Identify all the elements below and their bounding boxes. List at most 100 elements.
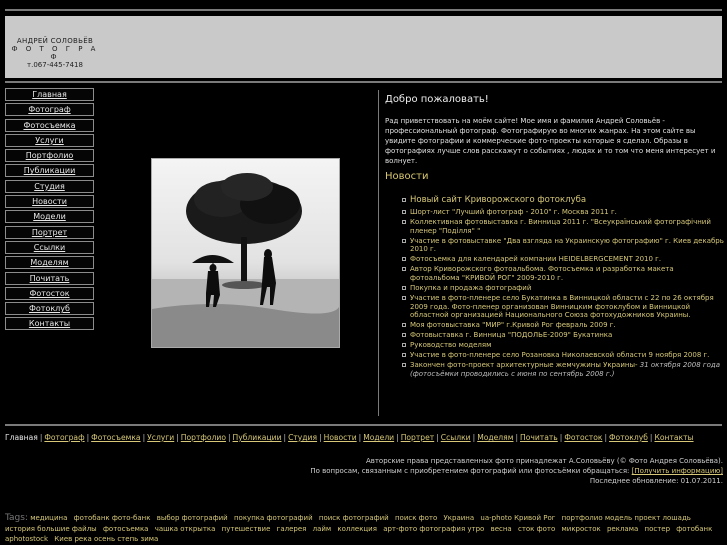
- footer-separator: |: [358, 433, 362, 442]
- sidebar-item-4[interactable]: Портфолио: [5, 149, 94, 163]
- sidebar-item-13[interactable]: Фотосток: [5, 286, 94, 300]
- sidebar-item-3[interactable]: Услуги: [5, 133, 94, 147]
- footer-nav-item-13[interactable]: Фотосток: [564, 433, 602, 442]
- contact-line: По вопросам, связанным с приобретением ф…: [310, 467, 723, 475]
- news-item[interactable]: Фотосъемка для календарей компании HEIDE…: [402, 255, 724, 264]
- tag-link[interactable]: Киев река осень степь зима: [54, 535, 158, 543]
- site-logo[interactable]: АНДРЕЙ СОЛОВЬЁВ Ф О Т О Г Р А Ф т.067-44…: [5, 37, 105, 69]
- bullet-icon: [402, 285, 406, 290]
- tag-link[interactable]: лайм: [313, 525, 332, 533]
- tag-link[interactable]: постер: [645, 525, 671, 533]
- tag-link[interactable]: поиск фотографий: [319, 514, 389, 522]
- footer-nav-item-2[interactable]: Фотосъемка: [91, 433, 140, 442]
- tag-link[interactable]: коллекция: [337, 525, 377, 533]
- footer-nav-item-12[interactable]: Почитать: [520, 433, 558, 442]
- news-item-text[interactable]: Шорт-лист "Лучший фотограф - 2010" г. Мо…: [410, 208, 617, 216]
- tag-link[interactable]: арт-фото фотография утро: [383, 525, 484, 533]
- tag-link[interactable]: покупка фотографий: [234, 514, 313, 522]
- news-item[interactable]: Руководство моделям: [402, 341, 724, 350]
- footer-nav-item-10[interactable]: Ссылки: [441, 433, 471, 442]
- news-item-text[interactable]: Новый сайт Криворожского фотоклуба: [410, 195, 586, 205]
- news-item-text[interactable]: Моя фотовыставка "МИР" г.Кривой Рог февр…: [410, 321, 616, 329]
- tag-link[interactable]: весна: [491, 525, 512, 533]
- news-item[interactable]: Новый сайт Криворожского фотоклуба: [402, 195, 724, 206]
- footer-nav-item-9[interactable]: Портрет: [401, 433, 435, 442]
- news-item[interactable]: Участие в фото-пленере село Букатинка в …: [402, 294, 724, 320]
- sidebar-item-8[interactable]: Модели: [5, 210, 94, 224]
- news-item-text[interactable]: Автор Криворожского фотоальбома. Фотосъе…: [410, 265, 674, 282]
- sidebar-item-1[interactable]: Фотограф: [5, 103, 94, 117]
- news-item-text[interactable]: Фотосъемка для календарей компании HEIDE…: [410, 255, 661, 263]
- news-item[interactable]: Фотовыставка г. Винница "ПОДОЛЬЕ-2009" Б…: [402, 331, 724, 340]
- tag-link[interactable]: портфолио модель проект лошадь: [562, 514, 691, 522]
- footer-nav-item-3[interactable]: Услуги: [147, 433, 174, 442]
- footer-separator: |: [515, 433, 519, 442]
- news-item-text[interactable]: Руководство моделям: [410, 341, 491, 349]
- tag-link[interactable]: чашка открытка: [155, 525, 216, 533]
- tag-link[interactable]: поиск фото: [395, 514, 437, 522]
- tag-link[interactable]: выбор фотографий: [157, 514, 228, 522]
- tag-link[interactable]: Украина: [444, 514, 475, 522]
- sidebar-item-10[interactable]: Ссылки: [5, 240, 94, 254]
- footer-separator: |: [649, 433, 653, 442]
- sidebar-item-5[interactable]: Публикации: [5, 164, 94, 178]
- sidebar-item-11[interactable]: Моделям: [5, 256, 94, 270]
- sidebar-item-2[interactable]: Фотосъемка: [5, 118, 94, 132]
- news-item[interactable]: Участие в фотовыставке "Два взгляда на У…: [402, 237, 724, 255]
- footer-separator: |: [142, 433, 146, 442]
- news-title: Новости: [385, 171, 429, 182]
- news-item[interactable]: Шорт-лист "Лучший фотограф - 2010" г. Мо…: [402, 208, 724, 217]
- tag-link[interactable]: история большие файлы: [5, 525, 97, 533]
- footer-nav-item-6[interactable]: Студия: [288, 433, 317, 442]
- sidebar-item-14[interactable]: Фотоклуб: [5, 302, 94, 316]
- tag-link[interactable]: ua-photo Кривой Рог: [480, 514, 555, 522]
- bullet-icon: [402, 267, 406, 272]
- news-item[interactable]: Закончен фото-проект архитектурные жемчу…: [402, 361, 724, 379]
- tag-link[interactable]: фотобанк: [676, 525, 712, 533]
- sidebar-item-12[interactable]: Почитать: [5, 271, 94, 285]
- sidebar-item-0[interactable]: Главная: [5, 88, 94, 101]
- footer-nav-item-14[interactable]: Фотоклуб: [609, 433, 648, 442]
- tag-link[interactable]: галерея: [277, 525, 307, 533]
- news-item-text[interactable]: Фотовыставка г. Винница "ПОДОЛЬЕ-2009" Б…: [410, 331, 612, 339]
- tag-link[interactable]: реклама: [607, 525, 638, 533]
- sidebar-item-6[interactable]: Студия: [5, 179, 94, 193]
- sidebar-item-15[interactable]: Контакты: [5, 317, 94, 331]
- news-item[interactable]: Покупка и продажа фотографий: [402, 284, 724, 293]
- photographer-role: Ф О Т О Г Р А Ф: [11, 45, 99, 61]
- footer-nav-item-0[interactable]: Главная: [5, 433, 38, 442]
- news-item-text[interactable]: Участие в фото-пленере село Букатинка в …: [410, 294, 714, 320]
- news-item[interactable]: Моя фотовыставка "МИР" г.Кривой Рог февр…: [402, 321, 724, 330]
- news-item-text[interactable]: Участие в фотовыставке "Два взгляда на У…: [410, 237, 724, 254]
- news-item[interactable]: Участие в фото-пленере село Розановка Ни…: [402, 351, 724, 360]
- bullet-icon: [402, 238, 406, 243]
- footer-nav-item-1[interactable]: Фотограф: [44, 433, 84, 442]
- bullet-icon: [402, 323, 406, 328]
- footer-nav-item-8[interactable]: Модели: [363, 433, 394, 442]
- news-item[interactable]: Коллективная фотовыставка г. Винница 201…: [402, 218, 724, 236]
- tag-link[interactable]: путешествие: [222, 525, 271, 533]
- news-item[interactable]: Автор Криворожского фотоальбома. Фотосъе…: [402, 265, 724, 283]
- footer-nav-item-7[interactable]: Новости: [324, 433, 357, 442]
- tag-link[interactable]: микросток: [562, 525, 601, 533]
- footer-nav-item-15[interactable]: Контакты: [654, 433, 693, 442]
- tag-link[interactable]: фотобанк фото-банк: [74, 514, 151, 522]
- tag-link[interactable]: фотосъемка: [103, 525, 149, 533]
- news-item-text[interactable]: Участие в фото-пленере село Розановка Ни…: [410, 351, 709, 359]
- tag-link[interactable]: сток фото: [518, 525, 555, 533]
- welcome-title: Добро пожаловать!: [385, 94, 489, 105]
- tag-link[interactable]: медицина: [30, 514, 67, 522]
- news-item-text[interactable]: Закончен фото-проект архитектурные жемчу…: [410, 361, 640, 369]
- footer-separator: |: [176, 433, 179, 442]
- footer-nav-item-4[interactable]: Портфолио: [181, 433, 226, 442]
- footer-nav-item-11[interactable]: Моделям: [477, 433, 513, 442]
- news-item-text[interactable]: Коллективная фотовыставка г. Винница 201…: [410, 218, 711, 235]
- sidebar-item-9[interactable]: Портрет: [5, 225, 94, 239]
- tag-link[interactable]: aphotostock: [5, 535, 48, 543]
- bullet-icon: [402, 295, 406, 300]
- sidebar-item-7[interactable]: Новости: [5, 195, 94, 209]
- bullet-icon: [402, 257, 406, 262]
- get-info-link[interactable]: [Получить информацию]: [632, 467, 723, 475]
- footer-nav-item-5[interactable]: Публикации: [233, 433, 282, 442]
- news-item-text[interactable]: Покупка и продажа фотографий: [410, 284, 531, 292]
